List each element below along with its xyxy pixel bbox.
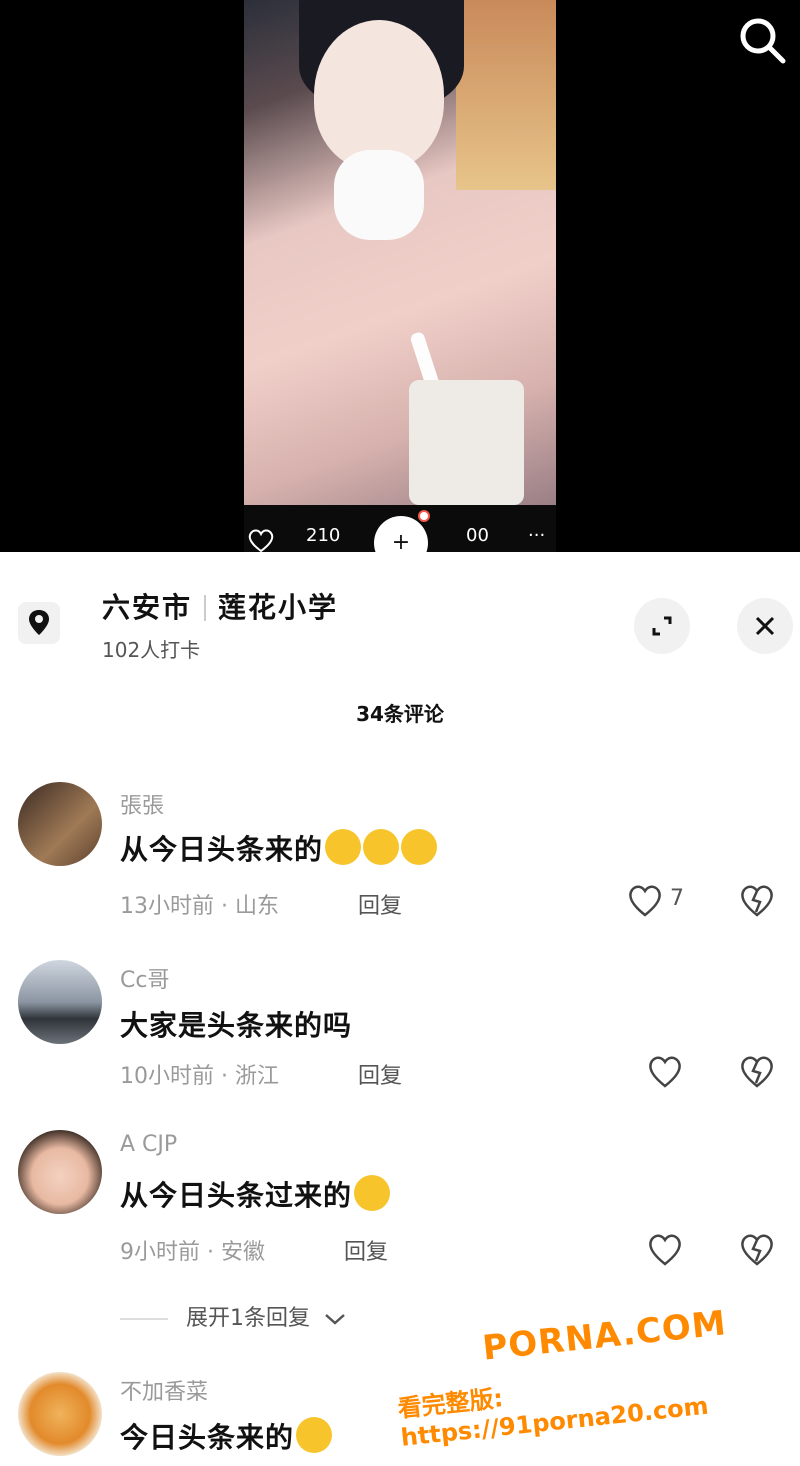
photo-cup [409, 380, 524, 505]
chevron-down-icon [325, 1314, 345, 1325]
comment-meta: 13小时前 · 山东 [120, 894, 279, 919]
avatar[interactable] [18, 782, 102, 866]
comment-body: 今日头条来的 [120, 1421, 295, 1454]
comment-text: 今日头条来的 [120, 1416, 333, 1456]
avatar[interactable] [18, 960, 102, 1044]
avatar[interactable] [18, 1130, 102, 1214]
laughing-crying-emoji-icon [401, 829, 438, 865]
notification-dot [418, 510, 430, 522]
comment-meta: 10小时前 · 浙江 [120, 1064, 279, 1089]
photo-face [314, 20, 444, 170]
comment-body: 从今日头条过来的 [120, 1179, 353, 1212]
location-title[interactable]: 六安市 莲花小学 [102, 586, 338, 626]
more-button[interactable]: ··· [528, 525, 545, 546]
comment-text: 大家是头条来的吗 [120, 1009, 353, 1042]
avatar[interactable] [18, 1372, 102, 1456]
dislike-icon[interactable] [738, 1231, 776, 1267]
expand-replies-label: 展开1条回复 [186, 1306, 310, 1331]
comment-username[interactable]: A CJP [120, 1132, 177, 1157]
comment-text: 从今日头条来的 [120, 828, 438, 868]
photo-collar [334, 150, 424, 240]
heart-icon[interactable] [646, 1053, 684, 1089]
reply-button[interactable]: 回复 [358, 1058, 402, 1090]
heart-icon[interactable] [626, 882, 664, 918]
location-pin-icon [18, 602, 60, 644]
reply-button[interactable]: 回复 [344, 1234, 388, 1266]
like-count: 210 [306, 525, 341, 546]
comment-body: 从今日头条来的 [120, 833, 324, 866]
expand-icon [652, 616, 672, 636]
comment-count: 00 [466, 525, 489, 546]
comment-meta: 9小时前 · 安徽 [120, 1240, 265, 1265]
comment-username[interactable]: Cc哥 [120, 962, 169, 994]
checkin-count: 102人打卡 [102, 638, 201, 662]
close-button[interactable] [737, 598, 793, 654]
laughing-crying-emoji-icon [363, 829, 400, 865]
like-count: 7 [670, 886, 684, 911]
like-icon[interactable] [246, 527, 276, 553]
video-frame[interactable] [244, 0, 556, 505]
close-icon [755, 616, 775, 636]
dislike-icon[interactable] [738, 882, 776, 918]
grinning-emoji-icon [354, 1175, 391, 1211]
comment-time: 10小时前 [120, 1064, 214, 1089]
heart-icon[interactable] [646, 1231, 684, 1267]
background-boxes [456, 0, 556, 190]
reply-button[interactable]: 回复 [358, 888, 402, 920]
expand-button[interactable] [634, 598, 690, 654]
search-icon[interactable] [736, 14, 788, 66]
location-place: 莲花小学 [218, 591, 339, 624]
title-divider [204, 595, 207, 621]
comments-count: 34条评论 [356, 702, 444, 726]
laughing-crying-emoji-icon [325, 829, 362, 865]
expand-divider [120, 1318, 168, 1320]
dislike-icon[interactable] [738, 1053, 776, 1089]
expand-replies-button[interactable]: 展开1条回复 [120, 1300, 347, 1332]
comment-region: 浙江 [234, 1064, 279, 1089]
comment-region: 安徽 [220, 1240, 265, 1265]
comment-username[interactable]: 不加香菜 [120, 1374, 208, 1406]
comment-time: 13小时前 [120, 894, 214, 919]
comment-time: 9小时前 [120, 1240, 200, 1265]
comment-region: 山东 [234, 894, 279, 919]
location-city: 六安市 [102, 591, 193, 624]
comment-username[interactable]: 張張 [120, 788, 164, 820]
smirk-emoji-icon [296, 1417, 333, 1453]
video-area: 210 00 ··· + [0, 0, 800, 570]
comment-text: 从今日头条过来的 [120, 1174, 391, 1214]
